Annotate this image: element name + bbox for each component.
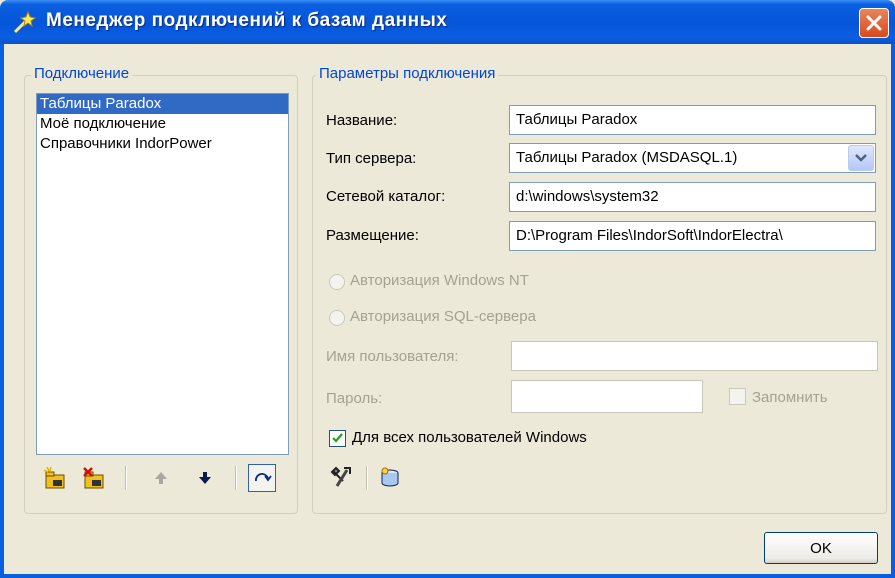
all-users-checkbox[interactable] xyxy=(329,430,346,447)
title-bar[interactable]: Менеджер подключений к базам данных xyxy=(0,0,895,44)
test-connection-icon[interactable] xyxy=(330,466,354,490)
move-down-icon[interactable] xyxy=(193,466,217,490)
chevron-down-icon xyxy=(855,154,867,162)
list-item[interactable]: Моё подключение xyxy=(37,114,288,134)
refresh-icon xyxy=(255,473,272,482)
window-frame-bottom xyxy=(0,574,895,578)
name-label: Название: xyxy=(326,112,398,129)
ok-button[interactable]: OK xyxy=(764,532,878,564)
toolbar-separator xyxy=(366,466,368,490)
checkmark-icon xyxy=(332,433,343,443)
location-input[interactable]: D:\Program Files\IndorSoft\IndorElectra\ xyxy=(509,221,876,251)
toolbar-separator xyxy=(235,466,237,490)
location-label: Размещение: xyxy=(326,227,419,244)
remember-checkbox[interactable] xyxy=(729,388,746,405)
auth-windows-radio[interactable] xyxy=(329,274,345,290)
password-input[interactable] xyxy=(511,380,703,413)
connections-legend: Подключение xyxy=(31,65,133,82)
auth-windows-label: Авторизация Windows NT xyxy=(350,272,529,289)
auth-sql-radio[interactable] xyxy=(329,310,345,326)
database-icon[interactable] xyxy=(378,466,402,490)
server-type-label: Тип сервера: xyxy=(326,150,417,167)
username-input[interactable] xyxy=(511,341,878,371)
refresh-button[interactable] xyxy=(248,464,276,492)
close-icon xyxy=(866,15,882,31)
password-label: Пароль: xyxy=(326,390,383,407)
all-users-label: Для всех пользователей Windows xyxy=(352,429,587,446)
params-legend: Параметры подключения xyxy=(316,65,499,82)
connections-list[interactable]: Таблицы Paradox Моё подключение Справочн… xyxy=(36,93,289,455)
window-title: Менеджер подключений к базам данных xyxy=(46,10,448,31)
list-item[interactable]: Таблицы Paradox xyxy=(37,94,288,114)
server-type-select[interactable]: Таблицы Paradox (MSDASQL.1) xyxy=(509,143,876,173)
window-frame-left xyxy=(0,44,4,578)
move-up-icon[interactable] xyxy=(149,466,173,490)
dropdown-button[interactable] xyxy=(848,145,874,171)
remember-label: Запомнить xyxy=(752,389,828,406)
connect-wand-icon xyxy=(13,10,37,34)
delete-connection-icon[interactable] xyxy=(82,466,106,490)
list-item[interactable]: Справочники IndorPower xyxy=(37,134,288,154)
server-type-value: Таблицы Paradox (MSDASQL.1) xyxy=(516,149,738,166)
network-dir-input[interactable]: d:\windows\system32 xyxy=(509,182,876,212)
params-group xyxy=(312,75,887,514)
toolbar-separator xyxy=(125,466,127,490)
username-label: Имя пользователя: xyxy=(326,348,459,365)
name-input[interactable]: Таблицы Paradox xyxy=(509,105,876,135)
close-button[interactable] xyxy=(859,8,889,38)
new-connection-icon[interactable] xyxy=(43,466,67,490)
network-dir-label: Сетевой каталог: xyxy=(326,188,446,205)
window-frame-right xyxy=(891,44,895,578)
auth-sql-label: Авторизация SQL-сервера xyxy=(350,308,536,325)
